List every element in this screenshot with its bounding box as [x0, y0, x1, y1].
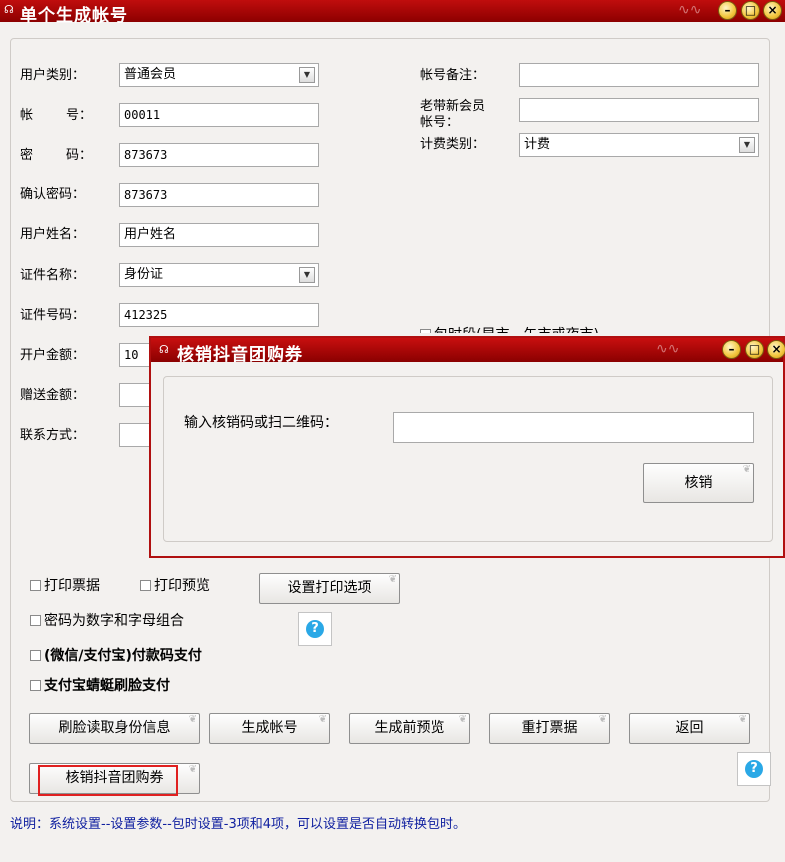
swirl-decoration-icon: ❦: [188, 764, 197, 775]
account-note-input[interactable]: [519, 63, 759, 87]
redeem-code-label: 输入核销码或扫二维码：: [184, 415, 338, 431]
password-label: 密: [20, 148, 34, 163]
app-icon: ☊: [4, 3, 14, 16]
user-type-label: 用户类别：: [20, 68, 86, 83]
account-label-2: 号：: [66, 108, 93, 123]
help-icon: ?: [306, 620, 324, 638]
checkbox-icon[interactable]: [30, 580, 41, 591]
print-settings-button-label: 设置打印选项: [287, 580, 372, 596]
user-name-input[interactable]: 用户姓名: [119, 223, 319, 247]
checkbox-icon[interactable]: [30, 650, 41, 661]
dropdown-arrow-icon[interactable]: ▼: [299, 267, 315, 283]
dialog-close-button[interactable]: ×: [767, 340, 785, 359]
dialog-panel: [163, 376, 773, 542]
window-title: 单个生成帐号: [20, 6, 128, 26]
password-label-2: 码：: [66, 148, 93, 163]
dialog-title-decoration: ∿∿: [656, 341, 680, 357]
id-type-value: 身份证: [124, 267, 164, 282]
redeem-code-input[interactable]: [393, 412, 754, 443]
face-id-button-label: 刷脸读取身份信息: [58, 720, 171, 736]
preview-button-label: 生成前预览: [374, 720, 445, 736]
face-id-button[interactable]: 刷脸读取身份信息 ❦: [29, 713, 200, 744]
highlight-box: [38, 765, 178, 796]
alipay-face-label: 支付宝蜻蜓刷脸支付: [44, 678, 170, 694]
password-input[interactable]: 873673: [119, 143, 319, 167]
id-type-select[interactable]: 身份证 ▼: [119, 263, 319, 287]
swirl-decoration-icon: ❦: [738, 714, 747, 725]
print-ticket-checkbox[interactable]: 打印票据: [30, 575, 100, 595]
close-button[interactable]: ×: [763, 1, 782, 20]
minimize-button[interactable]: –: [718, 1, 737, 20]
swirl-decoration-icon: ❦: [388, 574, 397, 585]
account-input[interactable]: 00011: [119, 103, 319, 127]
help-icon: ?: [745, 760, 763, 778]
preview-button[interactable]: 生成前预览 ❦: [349, 713, 470, 744]
id-type-label: 证件名称：: [20, 268, 86, 283]
confirm-password-input[interactable]: 873673: [119, 183, 319, 207]
gift-amount-label: 赠送金额：: [20, 388, 86, 403]
billing-type-value: 计费: [524, 137, 551, 152]
dialog-app-icon: ☊: [159, 343, 169, 356]
title-decoration: ∿∿: [678, 2, 702, 18]
print-settings-button[interactable]: 设置打印选项 ❦: [259, 573, 400, 604]
reprint-button-label: 重打票据: [521, 720, 578, 736]
account-note-label: 帐号备注：: [420, 68, 486, 83]
confirm-password-label: 确认密码：: [20, 187, 86, 202]
checkbox-icon[interactable]: [30, 680, 41, 691]
open-amount-label: 开户金额：: [20, 348, 86, 363]
swirl-decoration-icon: ❦: [318, 714, 327, 725]
password-combo-label: 密码为数字和字母组合: [44, 613, 184, 629]
swirl-decoration-icon: ❦: [598, 714, 607, 725]
account-label: 帐: [20, 108, 34, 123]
dialog-title-bar: ☊ 核销抖音团购券 ∿∿ – □ ×: [151, 338, 785, 365]
old-new-member-label-line2: 帐号：: [420, 115, 460, 130]
old-new-member-input[interactable]: [519, 98, 759, 122]
user-type-select[interactable]: 普通会员 ▼: [119, 63, 319, 87]
print-ticket-label: 打印票据: [44, 578, 100, 594]
redeem-button-label: 核销: [684, 475, 713, 491]
footer-note: 说明：系统设置--设置参数--包时设置-3项和4项，可以设置是否自动转换包时。: [10, 817, 466, 832]
generate-account-button[interactable]: 生成帐号 ❦: [209, 713, 330, 744]
print-preview-label: 打印预览: [154, 578, 210, 594]
help-button[interactable]: ?: [298, 612, 332, 646]
dropdown-arrow-icon[interactable]: ▼: [299, 67, 315, 83]
contact-label: 联系方式：: [20, 428, 86, 443]
print-preview-checkbox[interactable]: 打印预览: [140, 575, 210, 595]
dialog-minimize-button[interactable]: –: [722, 340, 741, 359]
dialog-title: 核销抖音团购券: [177, 345, 303, 365]
checkbox-icon[interactable]: [140, 580, 151, 591]
dialog-maximize-button[interactable]: □: [745, 340, 764, 359]
back-button[interactable]: 返回 ❦: [629, 713, 750, 744]
douyin-voucher-dialog: ☊ 核销抖音团购券 ∿∿ – □ × 输入核销码或扫二维码： 核销 ❦: [149, 336, 785, 558]
generate-account-button-label: 生成帐号: [241, 720, 298, 736]
id-number-label: 证件号码：: [20, 308, 86, 323]
wechat-alipay-label: (微信/支付宝)付款码支付: [44, 648, 202, 664]
reprint-button[interactable]: 重打票据 ❦: [489, 713, 610, 744]
id-number-input[interactable]: 412325: [119, 303, 319, 327]
alipay-face-checkbox[interactable]: 支付宝蜻蜓刷脸支付: [30, 675, 170, 695]
swirl-decoration-icon: ❦: [742, 464, 751, 475]
dropdown-arrow-icon[interactable]: ▼: [739, 137, 755, 153]
main-title-bar: ☊ 单个生成帐号 ∿∿ – □ ×: [0, 0, 785, 26]
user-type-value: 普通会员: [124, 67, 177, 82]
help-button-2[interactable]: ?: [737, 752, 771, 786]
swirl-decoration-icon: ❦: [458, 714, 467, 725]
billing-type-label: 计费类别：: [420, 137, 486, 152]
billing-type-select[interactable]: 计费 ▼: [519, 133, 759, 157]
maximize-button[interactable]: □: [741, 1, 760, 20]
user-name-label: 用户姓名：: [20, 227, 86, 242]
password-combo-checkbox[interactable]: 密码为数字和字母组合: [30, 610, 184, 630]
swirl-decoration-icon: ❦: [188, 714, 197, 725]
redeem-button[interactable]: 核销 ❦: [643, 463, 754, 503]
checkbox-icon[interactable]: [30, 615, 41, 626]
back-button-label: 返回: [675, 720, 704, 736]
wechat-alipay-checkbox[interactable]: (微信/支付宝)付款码支付: [30, 645, 202, 665]
